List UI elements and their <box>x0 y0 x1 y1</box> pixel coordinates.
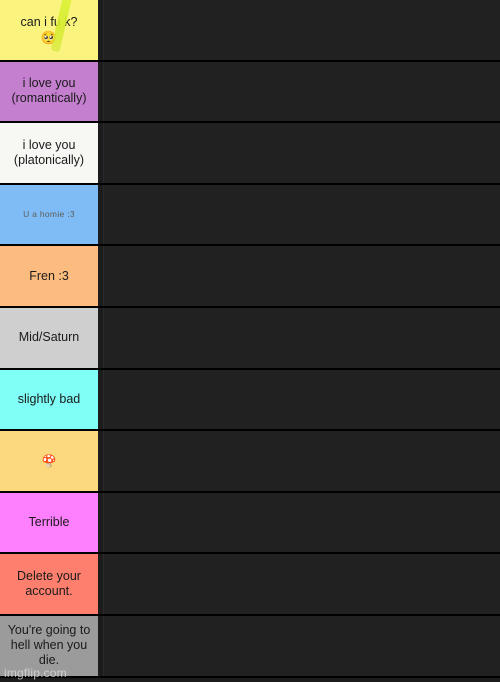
tier-content-area-10[interactable] <box>103 554 500 614</box>
tier-label-cell-8[interactable]: 🍄 <box>0 431 98 491</box>
tier-label-cell-11[interactable]: You're going to hell when you die. <box>0 615 98 676</box>
tier-label-text: U a homie :3 <box>23 209 75 220</box>
tier-label-cell-2[interactable]: i love you (romantically) <box>0 61 98 122</box>
tier-label-text: i love you (platonically) <box>13 137 85 167</box>
tier-content-area-4[interactable] <box>103 184 500 245</box>
tier-content-area-8[interactable] <box>103 431 500 491</box>
tier-row: Terrible <box>0 492 500 555</box>
tier-content-area-3[interactable] <box>103 123 500 183</box>
tier-content-area-2[interactable] <box>103 61 500 122</box>
tier-label-text: Fren :3 <box>29 268 69 283</box>
pleading-face-emoji: 🥺 <box>40 30 58 46</box>
tier-content-area-7[interactable] <box>103 369 500 430</box>
tier-label-cell-5[interactable]: Fren :3 <box>0 246 98 306</box>
tier-row: Mid/Saturn <box>0 307 500 370</box>
tier-row: Fren :3 <box>0 246 500 308</box>
tier-list: can i fu k? 🥺 i love you (romantically) … <box>0 0 500 682</box>
tier-content-area-11[interactable] <box>103 615 500 676</box>
tier-row: i love you (romantically) <box>0 61 500 124</box>
tier-row: U a homie :3 <box>0 184 500 247</box>
tier-row: i love you (platonically) <box>0 123 500 185</box>
tier-label-cell-1[interactable]: can i fu k? 🥺 <box>0 0 98 60</box>
tier-label-cell-3[interactable]: i love you (platonically) <box>0 123 98 183</box>
tier-row: slightly bad <box>0 369 500 432</box>
tier-label-cell-7[interactable]: slightly bad <box>0 369 98 430</box>
tier-label-text: Mid/Saturn <box>18 330 80 345</box>
tier-content-area-1[interactable] <box>103 0 500 60</box>
tier-label-cell-6[interactable]: Mid/Saturn <box>0 307 98 368</box>
tier-row: 🍄 <box>0 431 500 493</box>
tier-content-area-6[interactable] <box>103 307 500 368</box>
tier-label-text: Delete your account. <box>17 569 81 599</box>
tier-row: Delete your account. <box>0 554 500 616</box>
tier-label-cell-9[interactable]: Terrible <box>0 492 98 553</box>
tier-label-text: slightly bad <box>17 391 81 406</box>
tier-label-text: i love you (romantically) <box>11 76 87 106</box>
tier-label-cell-4[interactable]: U a homie :3 <box>0 184 98 245</box>
tier-content-area-9[interactable] <box>103 492 500 553</box>
tier-label-cell-10[interactable]: Delete your account. <box>0 554 98 614</box>
tier-row: You're going to hell when you die. <box>0 615 500 678</box>
tier-row: can i fu k? 🥺 <box>0 0 500 62</box>
tier-content-area-5[interactable] <box>103 246 500 306</box>
tier-label-text: Terrible <box>28 515 70 530</box>
tier-label-text: can i fu k? <box>20 15 78 30</box>
small-brown-emoji: 🍄 <box>41 453 57 468</box>
tier-label-text: You're going to hell when you die. <box>7 623 91 668</box>
